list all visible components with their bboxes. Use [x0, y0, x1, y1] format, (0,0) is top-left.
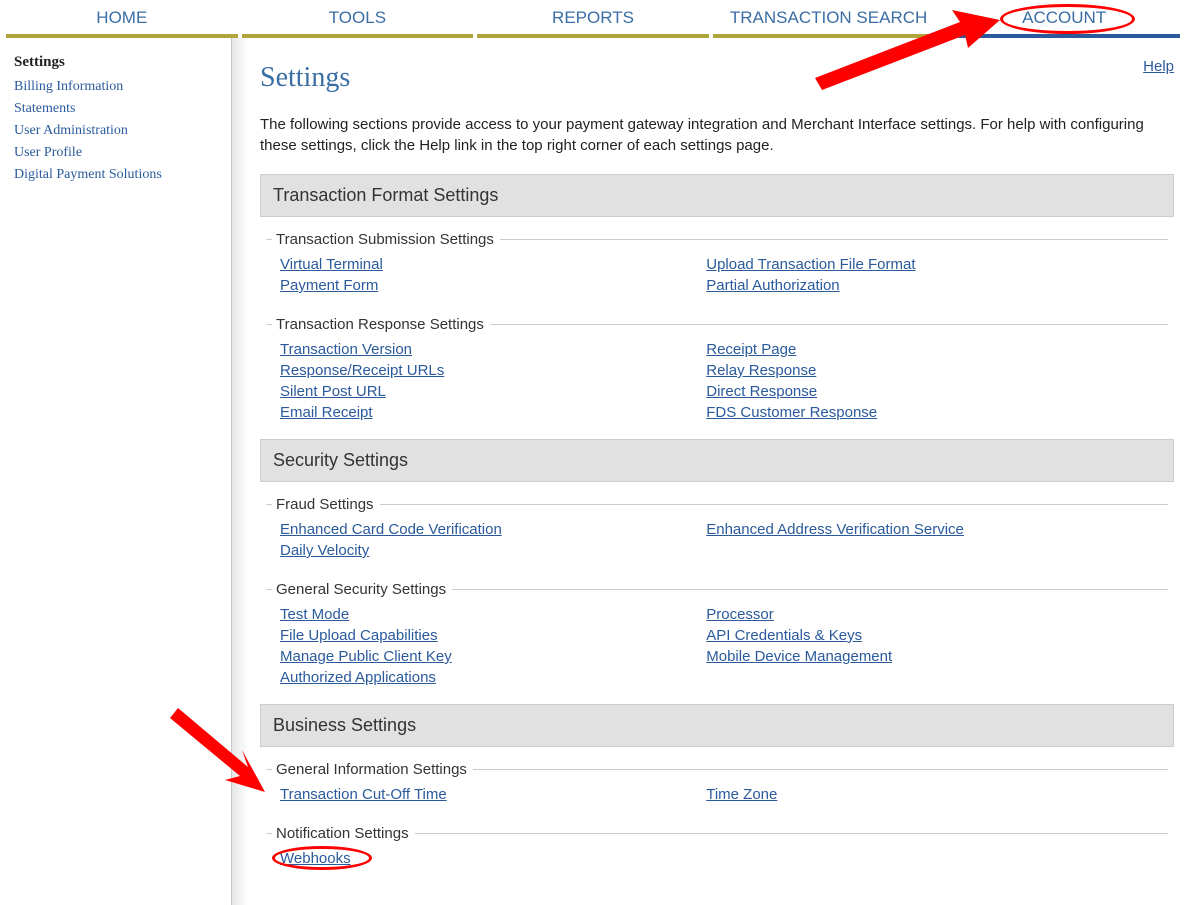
sidebar-heading: Settings	[14, 54, 219, 71]
page-title: Settings	[260, 62, 1174, 94]
nav-tab-home[interactable]: HOME	[6, 0, 238, 38]
link-manage-public-client-key[interactable]: Manage Public Client Key	[280, 648, 706, 665]
link-virtual-terminal[interactable]: Virtual Terminal	[280, 256, 706, 273]
fieldset-transaction-submission: Transaction Submission Settings Virtual …	[266, 231, 1168, 302]
intro-text: The following sections provide access to…	[260, 114, 1174, 156]
link-direct-response[interactable]: Direct Response	[706, 383, 1132, 400]
link-transaction-version[interactable]: Transaction Version	[280, 341, 706, 358]
fieldset-transaction-response: Transaction Response Settings Transactio…	[266, 316, 1168, 429]
nav-tab-transaction-search[interactable]: TRANSACTION SEARCH	[713, 0, 945, 38]
link-upload-transaction-file-format[interactable]: Upload Transaction File Format	[706, 256, 1132, 273]
section-header-transaction-format: Transaction Format Settings	[260, 174, 1174, 217]
link-email-receipt[interactable]: Email Receipt	[280, 404, 706, 421]
sidebar-link-statements[interactable]: Statements	[14, 101, 219, 117]
link-api-credentials-keys[interactable]: API Credentials & Keys	[706, 627, 1132, 644]
link-silent-post-url[interactable]: Silent Post URL	[280, 383, 706, 400]
link-processor[interactable]: Processor	[706, 606, 1132, 623]
link-enhanced-address-verification-service[interactable]: Enhanced Address Verification Service	[706, 521, 1132, 538]
link-relay-response[interactable]: Relay Response	[706, 362, 1132, 379]
legend-transaction-submission: Transaction Submission Settings	[272, 231, 500, 248]
sidebar: Settings Billing Information Statements …	[0, 38, 232, 905]
link-authorized-applications[interactable]: Authorized Applications	[280, 669, 706, 686]
main-content: Help Settings The following sections pro…	[232, 38, 1186, 905]
link-fds-customer-response[interactable]: FDS Customer Response	[706, 404, 1132, 421]
link-time-zone[interactable]: Time Zone	[706, 786, 1132, 803]
sidebar-link-billing-information[interactable]: Billing Information	[14, 79, 219, 95]
sidebar-link-user-administration[interactable]: User Administration	[14, 123, 219, 139]
link-mobile-device-management[interactable]: Mobile Device Management	[706, 648, 1132, 665]
link-receipt-page[interactable]: Receipt Page	[706, 341, 1132, 358]
sidebar-link-user-profile[interactable]: User Profile	[14, 145, 219, 161]
nav-tab-tools[interactable]: TOOLS	[242, 0, 474, 38]
link-enhanced-card-code-verification[interactable]: Enhanced Card Code Verification	[280, 521, 706, 538]
nav-tab-reports[interactable]: REPORTS	[477, 0, 709, 38]
legend-transaction-response: Transaction Response Settings	[272, 316, 490, 333]
link-file-upload-capabilities[interactable]: File Upload Capabilities	[280, 627, 706, 644]
link-daily-velocity[interactable]: Daily Velocity	[280, 542, 706, 559]
legend-general-information: General Information Settings	[272, 761, 473, 778]
legend-fraud: Fraud Settings	[272, 496, 380, 513]
link-test-mode[interactable]: Test Mode	[280, 606, 706, 623]
fieldset-general-information: General Information Settings Transaction…	[266, 761, 1168, 811]
link-transaction-cut-off-time[interactable]: Transaction Cut-Off Time	[280, 786, 706, 803]
section-header-security: Security Settings	[260, 439, 1174, 482]
link-webhooks[interactable]: Webhooks	[280, 850, 706, 867]
sidebar-link-digital-payment-solutions[interactable]: Digital Payment Solutions	[14, 167, 219, 183]
legend-notification: Notification Settings	[272, 825, 415, 842]
section-header-business: Business Settings	[260, 704, 1174, 747]
link-response-receipt-urls[interactable]: Response/Receipt URLs	[280, 362, 706, 379]
link-payment-form[interactable]: Payment Form	[280, 277, 706, 294]
fieldset-notification: Notification Settings Webhooks	[266, 825, 1168, 875]
fieldset-general-security: General Security Settings Test Mode Proc…	[266, 581, 1168, 694]
link-partial-authorization[interactable]: Partial Authorization	[706, 277, 1132, 294]
top-nav: HOME TOOLS REPORTS TRANSACTION SEARCH AC…	[0, 0, 1186, 38]
fieldset-fraud: Fraud Settings Enhanced Card Code Verifi…	[266, 496, 1168, 567]
nav-tab-account[interactable]: ACCOUNT	[948, 0, 1180, 38]
legend-general-security: General Security Settings	[272, 581, 452, 598]
help-link[interactable]: Help	[1143, 58, 1174, 75]
